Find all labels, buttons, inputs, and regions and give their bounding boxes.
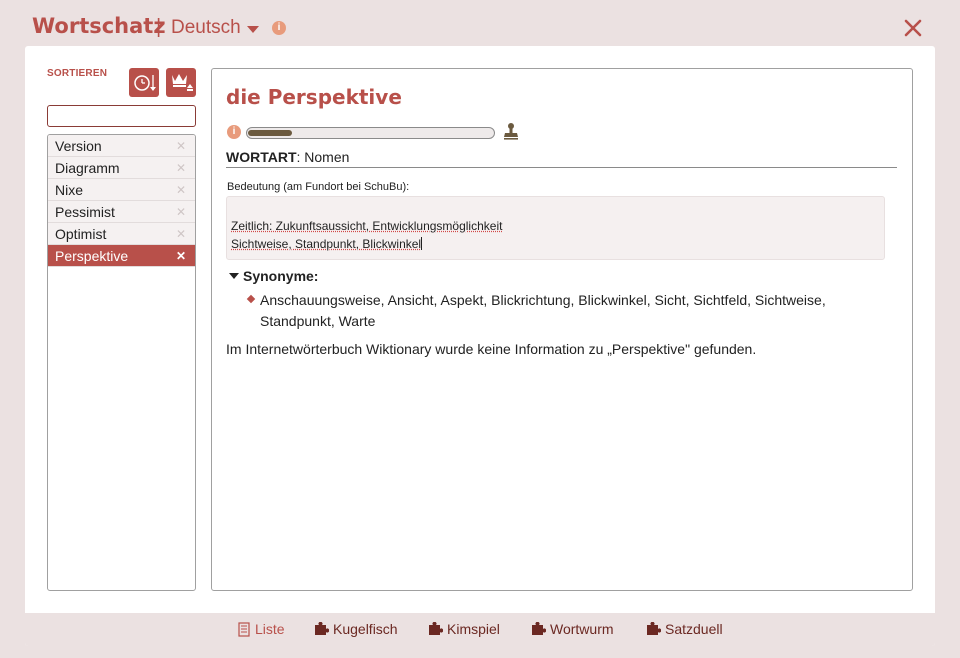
sort-by-time-button[interactable]: [129, 68, 159, 97]
info-icon[interactable]: i: [272, 21, 286, 35]
list-item-label: Perspektive: [55, 248, 129, 264]
puzzle-icon: [532, 622, 546, 635]
word-type-row: WORTART: Nomen: [226, 149, 897, 168]
tab-label: Satzduell: [665, 621, 723, 637]
tab-kimspiel[interactable]: Kimspiel: [428, 621, 500, 637]
remove-icon[interactable]: ✕: [176, 223, 186, 245]
remove-icon[interactable]: ✕: [176, 135, 186, 157]
wiktionary-note: Im Internetwörterbuch Wiktionary wurde k…: [226, 341, 757, 357]
meaning-line-2: Sichtweise, Standpunkt, Blickwinkel: [231, 237, 422, 251]
sort-label: SORTIEREN: [47, 68, 108, 79]
title-separator: |: [156, 16, 162, 38]
clock-sort-icon: [134, 75, 156, 91]
caret-down-icon: [229, 273, 239, 279]
remove-icon[interactable]: ✕: [176, 157, 186, 179]
app-header: Wortschatz | Deutsch i: [0, 0, 960, 46]
app-title: Wortschatz: [32, 14, 166, 38]
tab-liste[interactable]: Liste: [238, 621, 285, 637]
sort-by-rank-button[interactable]: [166, 68, 196, 97]
list-item-perspektive[interactable]: Perspektive ✕: [48, 245, 195, 267]
search-input[interactable]: [47, 105, 196, 127]
word-type-value: Nomen: [304, 149, 350, 165]
remove-icon[interactable]: ✕: [176, 179, 186, 201]
list-icon: [238, 621, 250, 637]
tab-label: Wortwurm: [550, 621, 614, 637]
tab-label: Liste: [255, 621, 285, 637]
list-item-version[interactable]: Version ✕: [48, 135, 195, 157]
list-item-diagramm[interactable]: Diagramm ✕: [48, 157, 195, 179]
synonyms-toggle[interactable]: Synonyme:: [229, 268, 318, 284]
list-item-label: Diagramm: [55, 160, 120, 176]
remove-icon[interactable]: ✕: [176, 201, 186, 223]
list-item-nixe[interactable]: Nixe ✕: [48, 179, 195, 201]
tab-wortwurm[interactable]: Wortwurm: [531, 621, 614, 637]
stamp-icon[interactable]: [503, 122, 519, 140]
crown-sort-icon: [172, 74, 193, 91]
meaning-textarea[interactable]: Zeitlich: Zukunftsaussicht, Entwicklungs…: [226, 196, 885, 260]
tab-kugelfisch[interactable]: Kugelfisch: [314, 621, 398, 637]
meaning-label: Bedeutung (am Fundort bei SchuBu):: [227, 181, 410, 193]
word-type-sep: :: [296, 149, 301, 165]
puzzle-icon: [429, 622, 443, 635]
tab-label: Kimspiel: [447, 621, 500, 637]
list-item-optimist[interactable]: Optimist ✕: [48, 223, 195, 245]
list-item-label: Nixe: [55, 182, 84, 198]
puzzle-icon: [647, 622, 661, 635]
synonyms-list: Anschauungsweise, Ansicht, Aspekt, Blick…: [260, 292, 826, 329]
tab-satzduell[interactable]: Satzduell: [646, 621, 723, 637]
word-type-key: WORTART: [226, 149, 297, 165]
tab-label: Kugelfisch: [333, 621, 398, 637]
puzzle-icon: [315, 622, 329, 635]
progress-bar: [246, 127, 495, 139]
info-icon[interactable]: i: [227, 125, 241, 139]
list-item-pessimist[interactable]: Pessimist ✕: [48, 201, 195, 223]
list-item-label: Optimist: [55, 226, 107, 242]
meaning-line-1: Zeitlich: Zukunftsaussicht, Entwicklungs…: [231, 219, 503, 233]
remove-icon[interactable]: ✕: [176, 245, 186, 267]
chevron-down-icon[interactable]: [247, 26, 259, 33]
progress-fill: [248, 130, 292, 136]
word-list: Version ✕ Diagramm ✕ Nixe ✕ Pessimist ✕ …: [47, 134, 196, 591]
close-icon[interactable]: [899, 14, 927, 42]
language-selector[interactable]: Deutsch: [171, 17, 241, 39]
text-cursor: [421, 237, 423, 250]
word-title: die Perspektive: [226, 85, 402, 109]
list-item-label: Pessimist: [55, 204, 115, 220]
synonyms-heading: Synonyme:: [243, 268, 319, 284]
list-item-label: Version: [55, 138, 102, 154]
